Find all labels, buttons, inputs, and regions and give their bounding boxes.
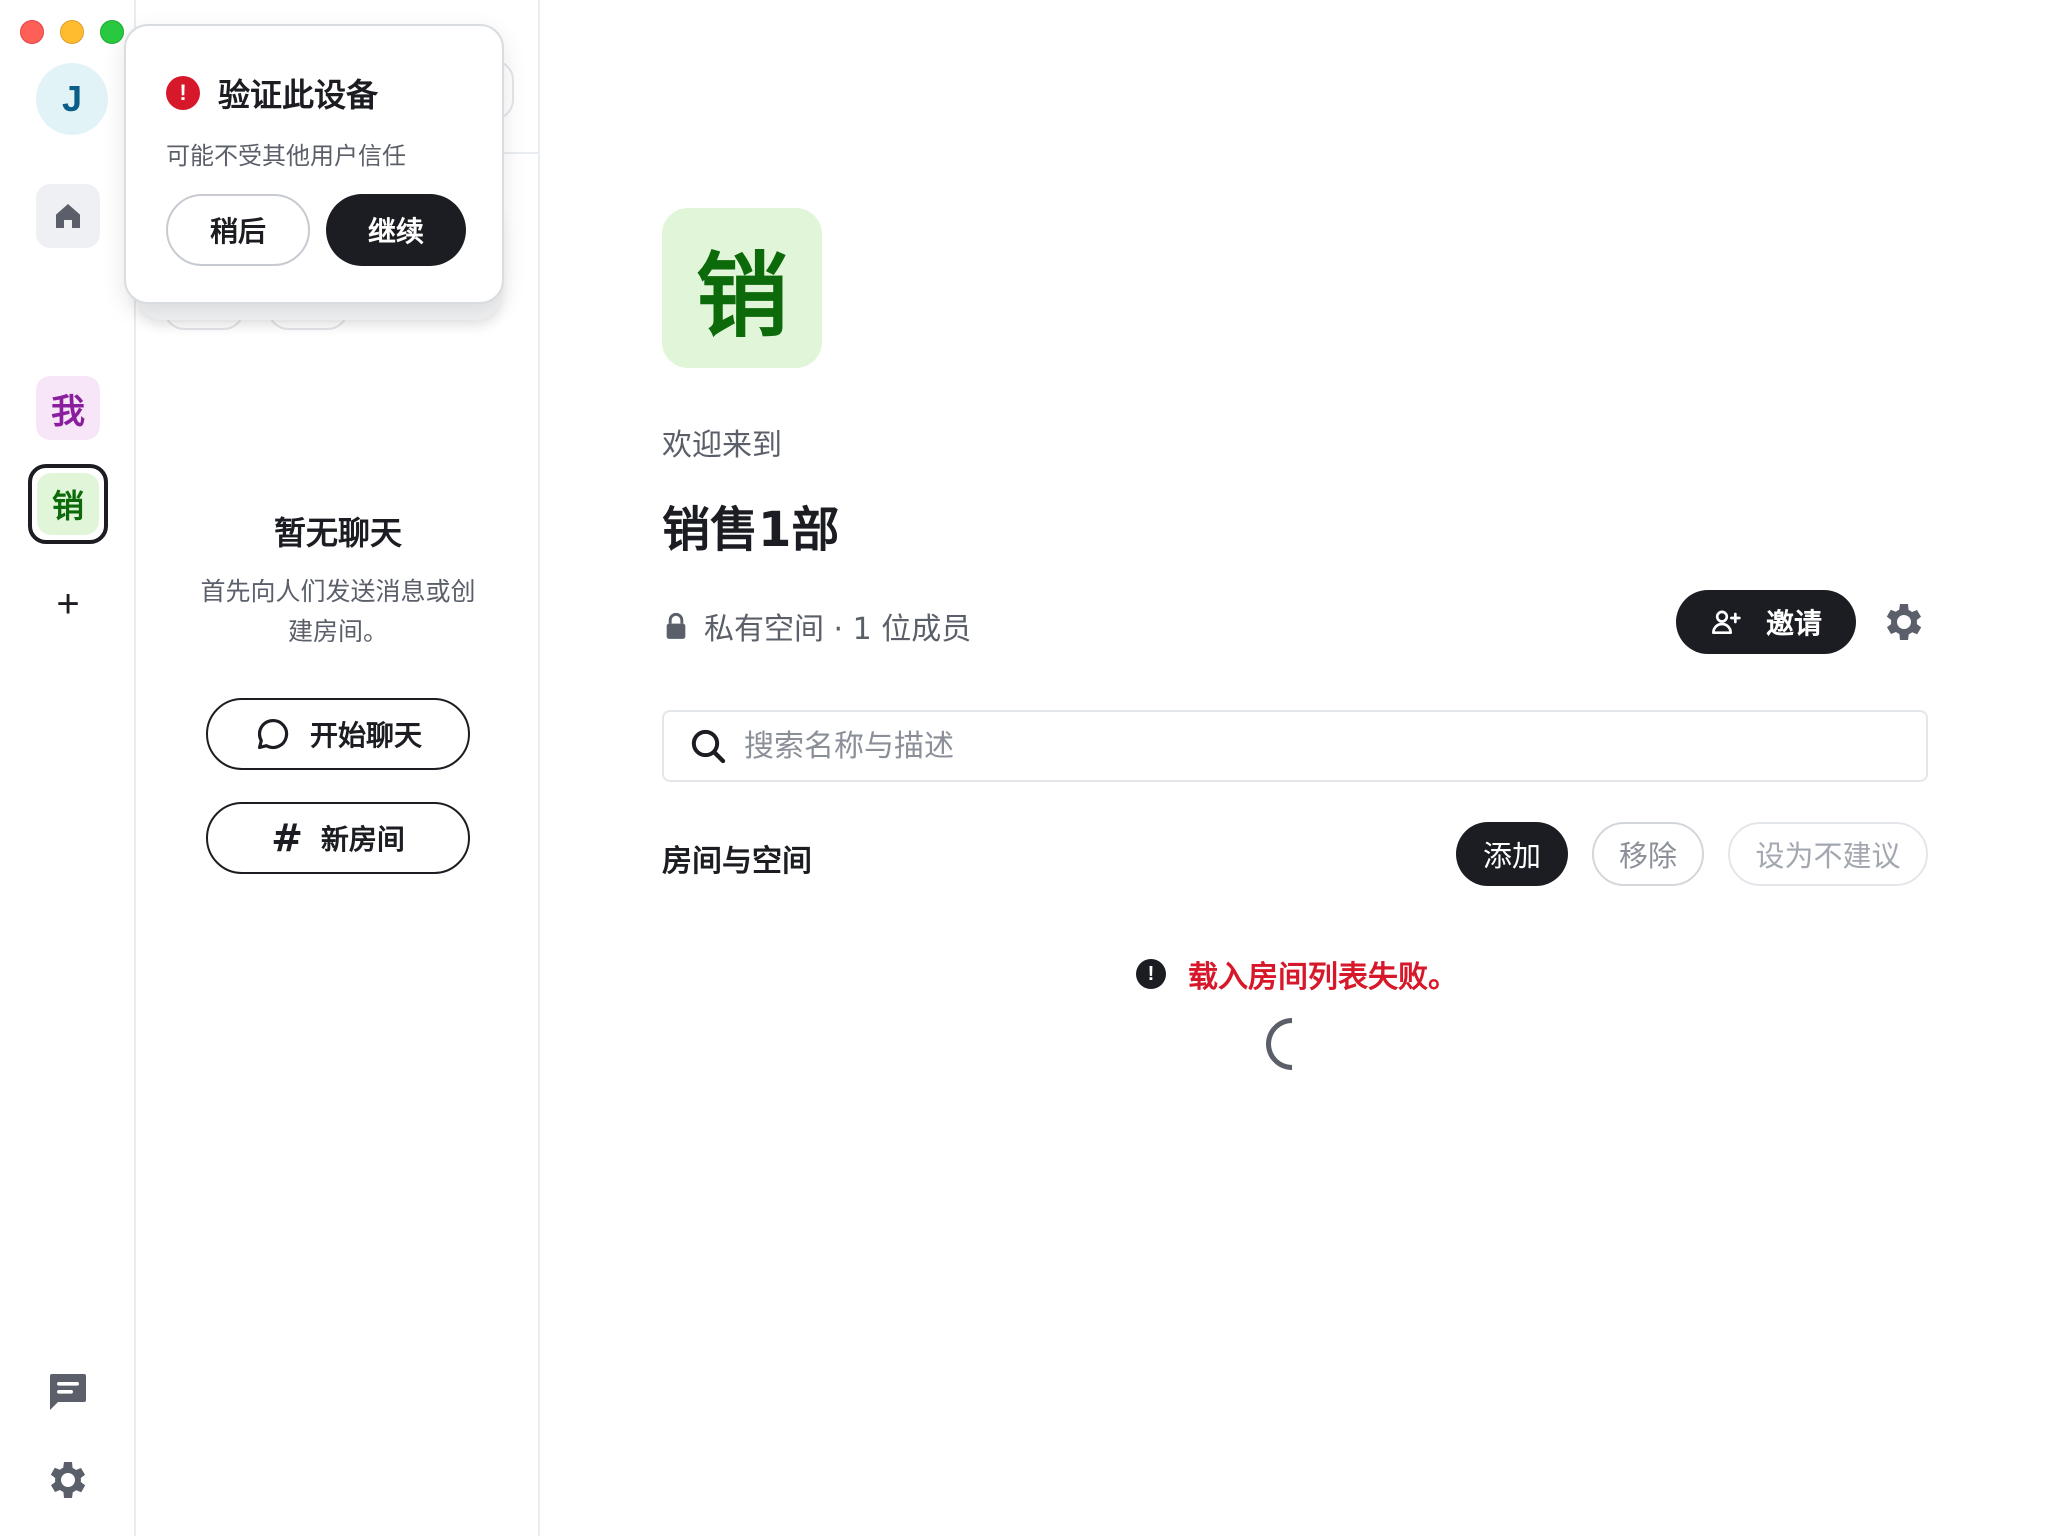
loading-spinner: [1255, 1007, 1329, 1081]
chat-icon[interactable]: [44, 1368, 92, 1416]
home-icon: [56, 204, 80, 228]
empty-state-description: 首先向人们发送消息或创建房间。: [200, 577, 476, 646]
rooms-section-title: 房间与空间: [662, 844, 812, 879]
verify-description: 可能不受其他用户信任: [166, 142, 406, 170]
window-controls: [20, 20, 124, 44]
start-chat-button[interactable]: 开始聊天: [206, 698, 470, 770]
remove-room-button[interactable]: 移除: [1592, 822, 1704, 886]
gear-icon[interactable]: [44, 1456, 92, 1504]
add-space-button[interactable]: +: [44, 580, 92, 628]
error-message: 载入房间列表失败。: [1188, 960, 1458, 995]
space-settings-gear-icon[interactable]: [1880, 598, 1928, 646]
invite-label: 邀请: [1765, 607, 1822, 640]
space-home: 销 欢迎来到 销售1部 私有空间 · 1 位成员 邀请 搜索名称与描述 房间与空…: [540, 0, 2048, 1536]
zoom-window-button[interactable]: [100, 20, 124, 44]
error-icon: !: [1136, 959, 1166, 989]
home-button[interactable]: [36, 184, 100, 248]
lock-icon: [666, 612, 686, 639]
load-error: ! 载入房间列表失败。: [1136, 952, 1458, 996]
error-alert-icon: !: [166, 76, 200, 110]
space-item-me[interactable]: 我: [36, 376, 100, 440]
space-avatar: 销: [662, 208, 822, 368]
search-icon: [691, 729, 726, 764]
chat-bubble-icon: [257, 718, 289, 750]
mark-unsuggested-button[interactable]: 设为不建议: [1728, 822, 1928, 886]
add-user-icon: [1711, 610, 1741, 634]
space-rail: J 我 销 +: [0, 0, 136, 1536]
search-field: [662, 710, 1928, 782]
continue-button[interactable]: 继续: [326, 194, 466, 266]
minimize-window-button[interactable]: [60, 20, 84, 44]
new-room-button[interactable]: # 新房间: [206, 802, 470, 874]
space-item-sales-label: 销: [37, 473, 99, 535]
space-item-sales-selected[interactable]: 销: [28, 464, 108, 544]
verify-title: 验证此设备: [218, 76, 379, 114]
verify-device-popup: ! 验证此设备 可能不受其他用户信任 稍后 继续: [124, 24, 504, 304]
app-window: J 我 销 + 暂无聊天 首先向人们发送消息或创建房间。 开始聊天 # 新房间 …: [0, 0, 2048, 1536]
verify-title-row: ! 验证此设备: [166, 70, 378, 116]
user-avatar[interactable]: J: [36, 63, 108, 135]
invite-button[interactable]: 邀请: [1676, 590, 1856, 654]
later-button[interactable]: 稍后: [166, 194, 310, 266]
add-room-button[interactable]: 添加: [1456, 822, 1568, 886]
hash-icon: #: [271, 816, 303, 860]
start-chat-label: 开始聊天: [309, 719, 422, 752]
search-input[interactable]: [744, 728, 1844, 764]
space-name: 销售1部: [662, 502, 840, 558]
empty-state-title: 暂无聊天: [273, 514, 402, 552]
space-meta-text: 私有空间 · 1 位成员: [704, 612, 972, 647]
close-window-button[interactable]: [20, 20, 44, 44]
space-meta: 私有空间 · 1 位成员: [664, 604, 971, 648]
new-room-label: 新房间: [320, 823, 405, 856]
welcome-text: 欢迎来到: [662, 428, 782, 463]
